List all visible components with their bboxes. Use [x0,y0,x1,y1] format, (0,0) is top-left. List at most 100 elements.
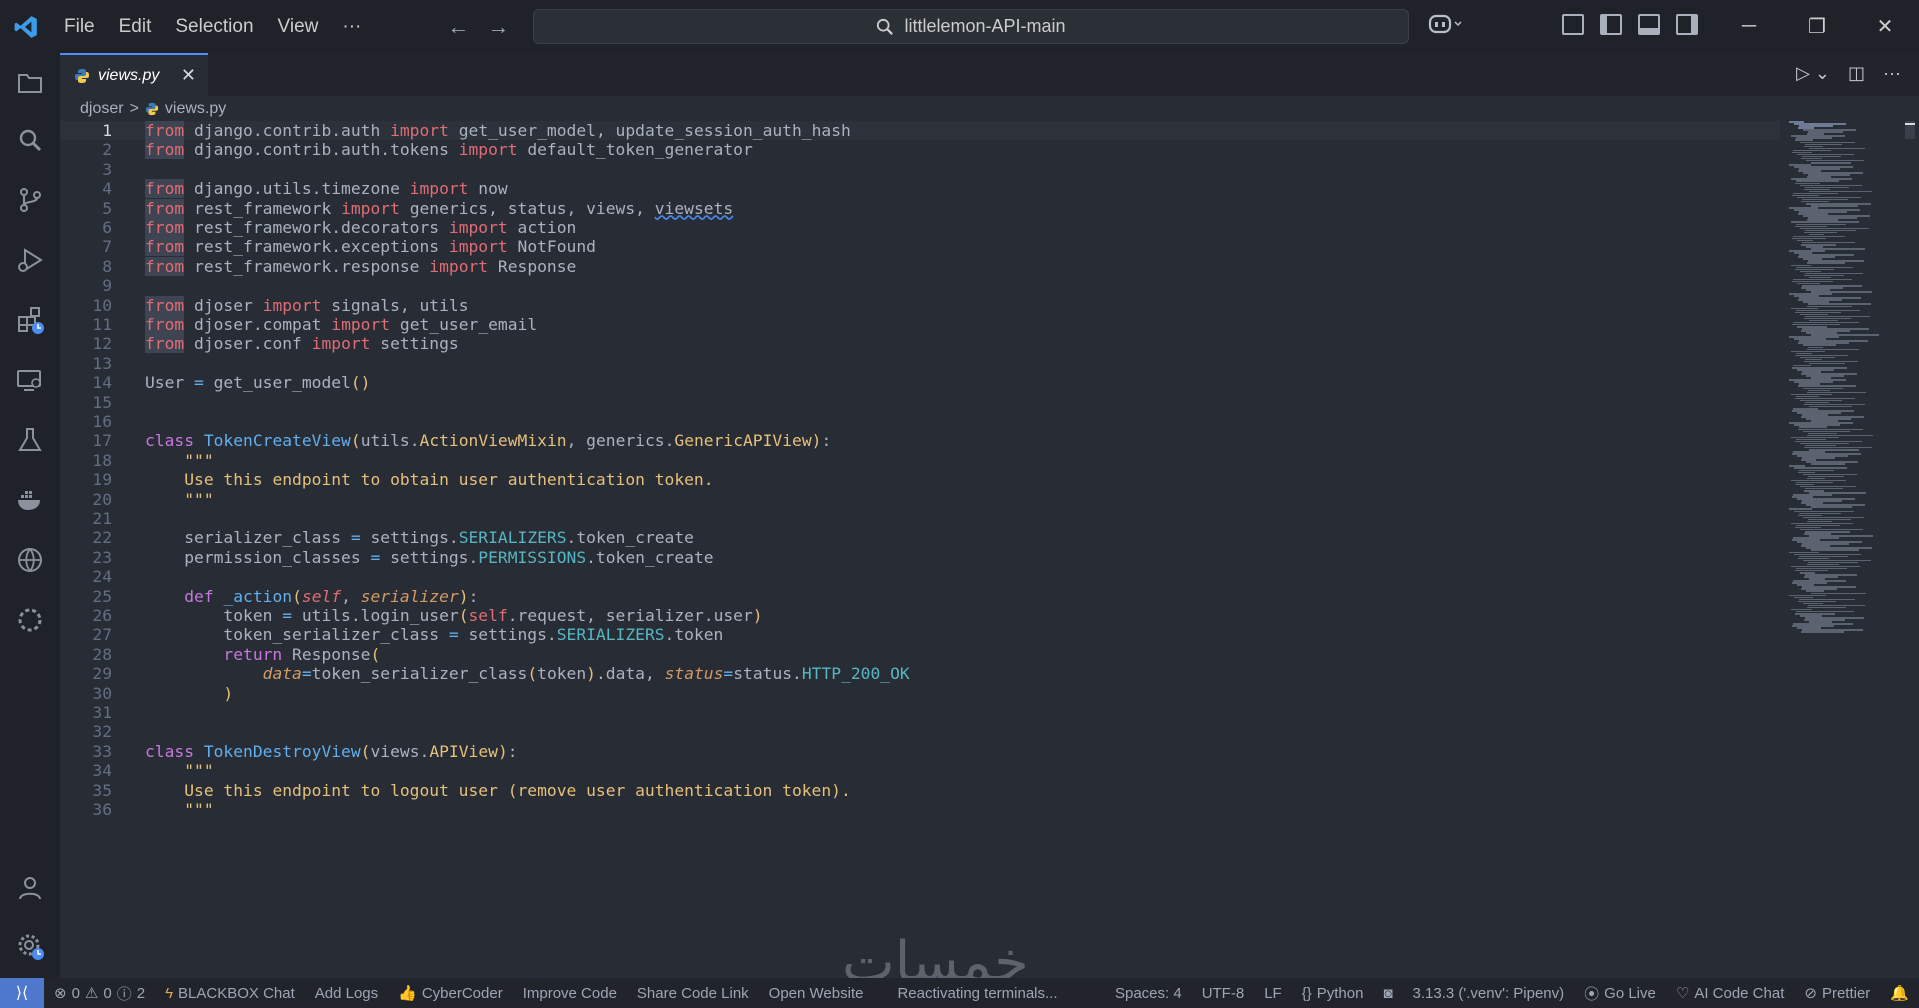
split-editor-icon[interactable]: ◫ [1848,63,1865,84]
code-line[interactable]: 22 serializer_class = settings.SERIALIZE… [60,528,1780,547]
docker-icon[interactable] [0,470,60,530]
globe-icon[interactable] [0,530,60,590]
cybercoder-button[interactable]: 👍 CyberCoder [388,984,513,1003]
extensions-icon[interactable] [0,290,60,350]
open-website-button[interactable]: Open Website [759,985,874,1002]
copilot-status-icon[interactable]: ◙ [1373,985,1402,1002]
code-line[interactable]: 2 from django.contrib.auth.tokens import … [60,140,1780,160]
prettier-button[interactable]: ⊘ Prettier [1794,984,1880,1003]
code-line[interactable]: 3 [60,160,1780,179]
toggle-panel-icon[interactable] [1638,14,1660,35]
run-debug-icon[interactable] [0,230,60,290]
line-text: class TokenCreateView(utils.ActionViewMi… [145,431,832,451]
menu-edit[interactable]: Edit [107,16,164,38]
go-live-button[interactable]: ⦿ Go Live [1574,983,1666,1004]
more-actions-icon[interactable]: ··· [1883,63,1901,84]
minimap-line [1811,162,1851,164]
code-line[interactable]: 19 Use this endpoint to obtain user auth… [60,470,1780,489]
search-sidebar-icon[interactable] [0,111,60,171]
back-arrow-icon[interactable]: ← [447,14,469,40]
menu-view[interactable]: View [266,16,331,38]
restore-icon[interactable]: ❐ [1783,0,1851,53]
notifications-bell-icon[interactable]: 🔔 [1880,984,1919,1002]
code-line[interactable]: 25 def _action(self, serializer): [60,587,1780,606]
code-editor[interactable]: 1 from django.contrib.auth import get_use… [60,121,1780,978]
code-line[interactable]: 30 ) [60,684,1780,703]
share-code-link-button[interactable]: Share Code Link [627,985,759,1002]
code-line[interactable]: 32 [60,722,1780,741]
language-mode-button[interactable]: {} Python [1292,985,1374,1002]
ai-code-chat-button[interactable]: ♡ AI Code Chat [1666,984,1795,1003]
command-center-search[interactable]: littlelemon-API-main [533,9,1409,44]
code-line[interactable]: 23 permission_classes = settings.PERMISS… [60,548,1780,567]
code-line[interactable]: 15 [60,393,1780,412]
code-line[interactable]: 13 [60,354,1780,373]
code-line[interactable]: 24 [60,567,1780,586]
code-line[interactable]: 6 from rest_framework.decorators import a… [60,218,1780,237]
code-line[interactable]: 9 [60,276,1780,295]
tab-views-py[interactable]: views.py ✕ [60,53,208,96]
code-line[interactable]: 5 from rest_framework import generics, st… [60,198,1780,218]
code-line[interactable]: 10 from djoser import signals, utils [60,295,1780,315]
code-line[interactable]: 17 class TokenCreateView(utils.ActionView… [60,431,1780,450]
customize-layout-icon[interactable] [1562,14,1584,35]
breadcrumb-file[interactable]: views.py [165,100,226,118]
code-line[interactable]: 4 from django.utils.timezone import now [60,179,1780,199]
code-line[interactable]: 12 from djoser.conf import settings [60,334,1780,354]
toggle-secondary-sidebar-icon[interactable] [1676,14,1698,35]
blackbox-label: BLACKBOX Chat [178,984,295,1002]
code-line[interactable]: 14 User = get_user_model() [60,373,1780,392]
code-line[interactable]: 27 token_serializer_class = settings.SER… [60,625,1780,644]
improve-code-button[interactable]: Improve Code [513,985,627,1002]
indentation-button[interactable]: Spaces: 4 [1105,985,1192,1002]
code-line[interactable]: 1 from django.contrib.auth import get_use… [60,121,1780,141]
testing-icon[interactable] [0,410,60,470]
status-bar-right: Spaces: 4 UTF-8 LF {} Python ◙ 3.13.3 ('.… [1105,983,1919,1004]
loading-icon[interactable] [0,590,60,650]
code-line[interactable]: 8 from rest_framework.response import Res… [60,256,1780,276]
run-python-file-icon[interactable]: ▷ ⌄ [1796,63,1830,84]
code-line[interactable]: 35 Use this endpoint to logout user (rem… [60,781,1780,800]
code-line[interactable]: 33 class TokenDestroyView(views.APIView): [60,742,1780,761]
manage-gear-icon[interactable] [0,916,60,976]
code-line[interactable]: 28 return Response( [60,645,1780,664]
forward-arrow-icon[interactable]: → [487,14,509,40]
toggle-primary-sidebar-icon[interactable] [1600,14,1622,35]
copilot-icon[interactable] [1428,13,1464,41]
minimize-icon[interactable]: ─ [1715,0,1783,53]
menu-file[interactable]: File [52,16,107,38]
code-line[interactable]: 11 from djoser.compat import get_user_ema… [60,315,1780,334]
code-line[interactable]: 34 """ [60,761,1780,780]
code-line[interactable]: 31 [60,703,1780,722]
blackbox-chat-button[interactable]: ϟ BLACKBOX Chat [155,985,305,1002]
code-line[interactable]: 18 """ [60,451,1780,470]
tab-close-icon[interactable]: ✕ [181,65,196,86]
problems-indicator[interactable]: ⊗ 0 ⚠ 0 ⓘ 2 [44,983,155,1004]
encoding-button[interactable]: UTF-8 [1192,985,1255,1002]
remote-explorer-icon[interactable] [0,350,60,410]
line-number: 2 [102,140,112,160]
add-logs-button[interactable]: Add Logs [305,985,388,1002]
explorer-icon[interactable] [0,53,60,113]
minimap-line [1807,262,1845,264]
code-line[interactable]: 36 """ [60,800,1780,819]
code-line[interactable]: 7 from rest_framework.exceptions import N… [60,237,1780,257]
code-line[interactable]: 21 [60,509,1780,528]
accounts-icon[interactable] [0,858,60,918]
code-line[interactable]: 16 [60,412,1780,431]
minimap[interactable] [1789,121,1899,978]
menu-more[interactable]: ··· [330,16,373,38]
code-line[interactable]: 20 """ [60,490,1780,509]
breadcrumb-folder[interactable]: djoser [80,100,124,118]
vertical-scrollbar[interactable] [1905,121,1919,978]
eol-button[interactable]: LF [1254,985,1292,1002]
close-icon[interactable]: ✕ [1851,0,1919,53]
line-text: return Response( [223,644,381,664]
menu-selection[interactable]: Selection [163,16,265,38]
line-number: 27 [92,625,112,645]
remote-indicator-icon[interactable]: ⟩⟨ [0,978,44,1008]
python-interpreter-button[interactable]: 3.13.3 ('.venv': Pipenv) [1403,985,1575,1002]
code-line[interactable]: 26 token = utils.login_user(self.request… [60,606,1780,625]
source-control-icon[interactable] [0,170,60,230]
code-line[interactable]: 29 data=token_serializer_class(token).da… [60,664,1780,683]
